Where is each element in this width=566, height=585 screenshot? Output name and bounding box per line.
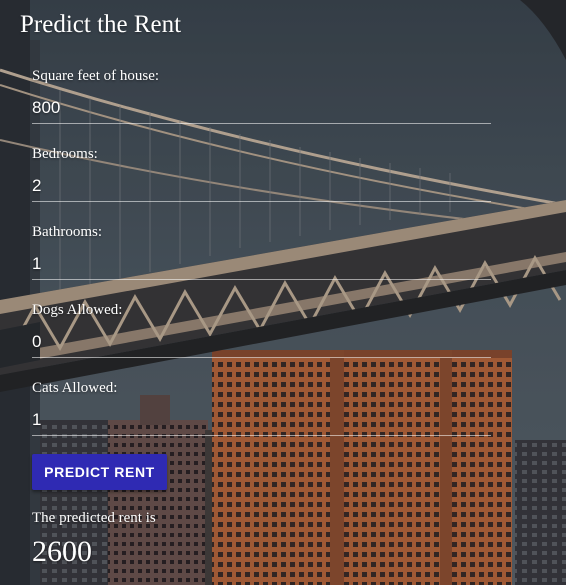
page-title: Predict the Rent — [20, 11, 182, 38]
bathrooms-input[interactable] — [32, 249, 491, 280]
bedrooms-field: Bedrooms: — [32, 145, 491, 202]
bathrooms-label: Bathrooms: — [32, 224, 102, 240]
dogs-allowed-field: Dogs Allowed: — [32, 301, 491, 358]
bedrooms-input[interactable] — [32, 171, 491, 202]
predicted-rent-value: 2600 — [32, 535, 92, 568]
cats-allowed-input[interactable] — [32, 405, 491, 436]
cats-allowed-label: Cats Allowed: — [32, 380, 118, 396]
square-feet-input[interactable] — [32, 93, 491, 124]
bathrooms-field: Bathrooms: — [32, 223, 491, 280]
result-label: The predicted rent is — [32, 510, 156, 526]
cats-allowed-field: Cats Allowed: — [32, 379, 491, 436]
dogs-allowed-label: Dogs Allowed: — [32, 302, 123, 318]
predict-rent-button[interactable]: PREDICT RENT — [32, 454, 167, 490]
dogs-allowed-input[interactable] — [32, 327, 491, 358]
bedrooms-label: Bedrooms: — [32, 146, 98, 162]
square-feet-label: Square feet of house: — [32, 68, 160, 84]
square-feet-field: Square feet of house: — [32, 67, 491, 124]
